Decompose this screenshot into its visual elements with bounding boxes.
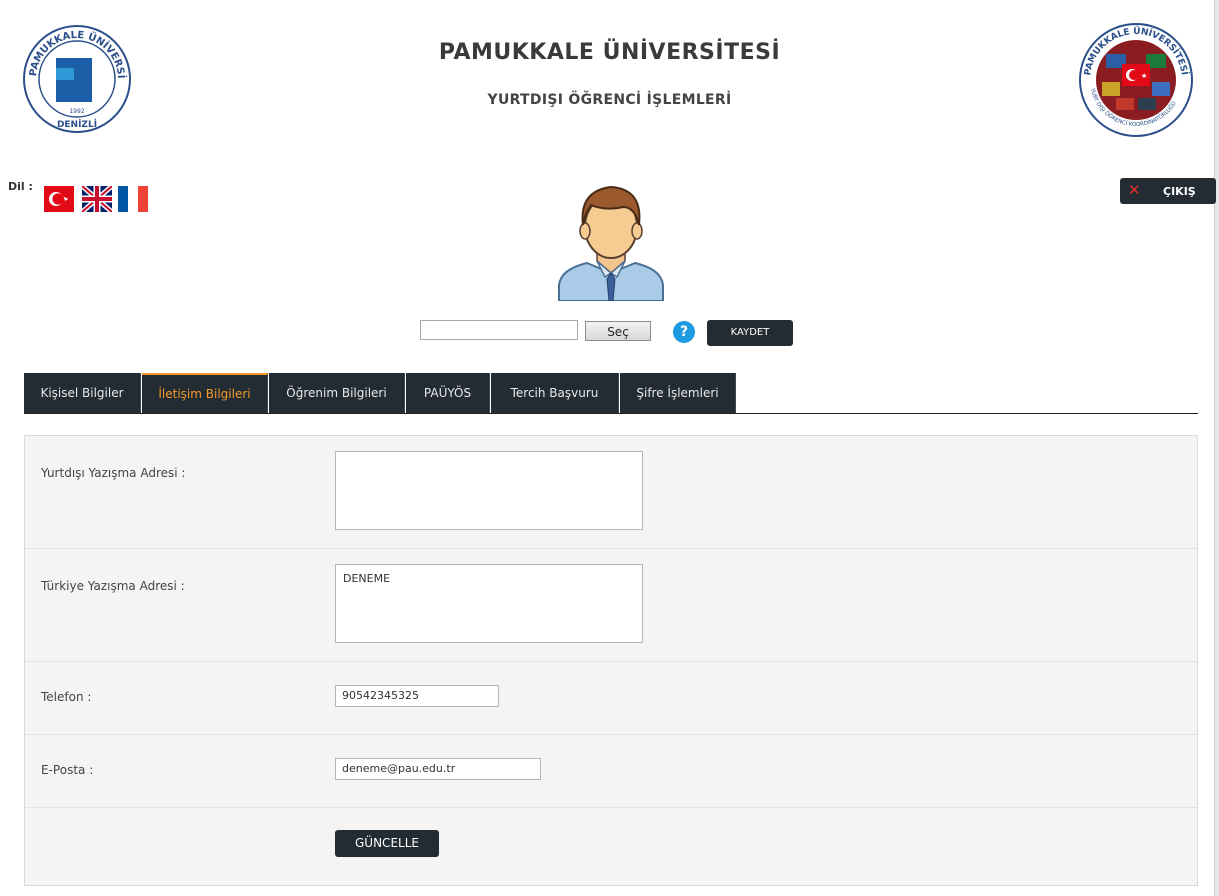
svg-text:★: ★: [1141, 72, 1147, 80]
help-icon[interactable]: ?: [673, 321, 695, 343]
form-row-phone: Telefon : 90542345325: [25, 662, 1197, 735]
left-logo-city: DENİZLİ: [57, 119, 97, 130]
left-logo-year: 1992: [69, 108, 84, 115]
form-row-turkey-address: Türkiye Yazışma Adresi : DENEME: [25, 549, 1197, 662]
language-label: Dil :: [8, 180, 33, 193]
update-button[interactable]: GÜNCELLE: [335, 830, 439, 857]
email-label: E-Posta :: [41, 763, 94, 777]
tab-contact-info[interactable]: İletişim Bilgileri: [142, 373, 268, 413]
tab-preference-application[interactable]: Tercih Başvuru: [491, 373, 619, 413]
phone-input[interactable]: 90542345325: [335, 685, 499, 707]
choose-file-button[interactable]: Seç: [585, 321, 651, 341]
page-right-edge: [1214, 0, 1219, 896]
turkish-flag-icon[interactable]: [44, 186, 74, 212]
form-row-email: E-Posta : deneme@pau.edu.tr: [25, 735, 1197, 808]
photo-file-input[interactable]: [420, 320, 578, 340]
phone-label: Telefon :: [41, 690, 92, 704]
turkey-address-textarea[interactable]: DENEME: [335, 564, 643, 643]
logout-label: ÇIKIŞ: [1163, 185, 1196, 198]
abroad-address-label: Yurtdışı Yazışma Adresi :: [41, 466, 186, 480]
tab-divider: [24, 413, 1198, 414]
form-row-abroad-address: Yurtdışı Yazışma Adresi :: [25, 436, 1197, 549]
university-logo: PAMUKKALE ÜNİVERSİTESİ 1992 DENİZLİ: [22, 20, 131, 133]
contact-form: Yurtdışı Yazışma Adresi : Türkiye Yazışm…: [24, 435, 1198, 886]
save-photo-button[interactable]: KAYDET: [707, 320, 793, 346]
tab-password[interactable]: Şifre İşlemleri: [620, 373, 736, 413]
french-flag-icon[interactable]: [118, 186, 148, 212]
university-name: PAMUKKALE ÜNİVERSİTESİ: [438, 40, 781, 65]
international-office-logo: ★ PAMUKKALE ÜNİVERSİTESİ YURT DIŞI ÖĞREN…: [1079, 23, 1193, 137]
close-icon: ✕: [1128, 181, 1141, 199]
department-title: YURTDIŞI ÖĞRENCİ İŞLEMLERİ: [487, 92, 732, 108]
tab-education-info[interactable]: Öğrenim Bilgileri: [269, 373, 405, 413]
uk-flag-icon[interactable]: [82, 186, 112, 212]
logout-button[interactable]: ✕ ÇIKIŞ: [1120, 178, 1216, 204]
email-input[interactable]: deneme@pau.edu.tr: [335, 758, 541, 780]
tab-personal-info[interactable]: Kişisel Bilgiler: [24, 373, 141, 413]
turkey-address-label: Türkiye Yazışma Adresi :: [41, 579, 185, 593]
tab-pauyos[interactable]: PAÜYÖS: [406, 373, 490, 413]
user-avatar-icon: [549, 177, 673, 301]
abroad-address-textarea[interactable]: [335, 451, 643, 530]
